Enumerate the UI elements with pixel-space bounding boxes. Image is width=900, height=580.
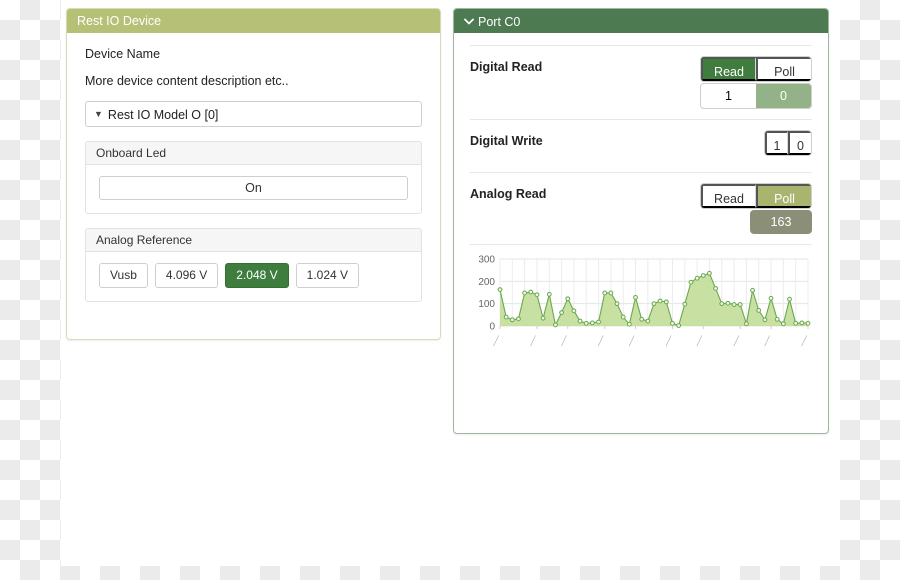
port-panel-title: Port C0 bbox=[478, 15, 521, 29]
device-panel-body: Device Name More device content descript… bbox=[67, 33, 440, 302]
analog-read-value: 163 bbox=[750, 210, 812, 234]
port-panel-body: Digital Read Read Poll 1 0 Digital Write… bbox=[454, 45, 828, 366]
svg-text:——: —— bbox=[627, 334, 638, 347]
device-model-dropdown-value: Rest IO Model O [0] bbox=[107, 108, 219, 122]
svg-text:——: —— bbox=[491, 334, 502, 347]
analog-read-chart-svg: 0 100 200 300 —— —— —— —— —— —— —— —— —— —— bbox=[478, 255, 811, 348]
caret-down-icon: ▼ bbox=[94, 109, 103, 119]
digital-write-label: Digital Write bbox=[470, 134, 543, 148]
analog-read-chart: 0 100 200 300 —— —— —— —— —— —— —— —— —— —— bbox=[470, 251, 812, 366]
svg-text:——: —— bbox=[559, 334, 570, 347]
digital-read-mode-poll[interactable]: Poll bbox=[756, 57, 811, 81]
analog-read-mode-read[interactable]: Read bbox=[701, 184, 756, 208]
analog-read-mode-toggle: Read Poll bbox=[700, 183, 812, 209]
analog-reference-button-group: Vusb 4.096 V 2.048 V 1.024 V bbox=[99, 263, 408, 288]
device-description: More device content description etc.. bbox=[85, 74, 289, 88]
analog-read-label: Analog Read bbox=[470, 187, 547, 201]
digital-write-value-toggle: 1 0 bbox=[764, 130, 812, 156]
svg-text:300: 300 bbox=[478, 255, 495, 266]
device-model-dropdown[interactable]: ▼ Rest IO Model O [0] bbox=[85, 101, 422, 127]
port-c0-panel: Port C0 Digital Read Read Poll 1 0 Digit… bbox=[453, 8, 829, 434]
svg-text:——: —— bbox=[732, 334, 743, 347]
digital-read-label: Digital Read bbox=[470, 60, 543, 74]
analog-reference-body: Vusb 4.096 V 2.048 V 1.024 V bbox=[86, 252, 421, 301]
digital-write-value-0[interactable]: 0 bbox=[788, 131, 811, 155]
svg-text:0: 0 bbox=[489, 322, 495, 333]
digital-read-mode-toggle: Read Poll bbox=[700, 56, 812, 82]
svg-text:——: —— bbox=[528, 334, 539, 347]
digital-write-row: Digital Write 1 0 bbox=[470, 120, 812, 173]
onboard-led-subpanel: Onboard Led On bbox=[85, 141, 422, 214]
chevron-down-icon bbox=[464, 9, 474, 33]
analog-ref-option-4096v[interactable]: 4.096 V bbox=[154, 263, 219, 288]
screenshot-canvas: Rest IO Device Device Name More device c… bbox=[0, 0, 900, 580]
digital-read-value-1[interactable]: 1 bbox=[701, 84, 756, 108]
chart-y-tick-labels: 0 100 200 300 bbox=[478, 255, 495, 333]
onboard-led-title: Onboard Led bbox=[86, 142, 421, 165]
device-panel-header: Rest IO Device bbox=[67, 9, 440, 33]
onboard-led-body: On bbox=[86, 165, 421, 213]
svg-text:100: 100 bbox=[478, 299, 495, 310]
digital-read-mode-read[interactable]: Read bbox=[701, 57, 756, 81]
svg-text:——: —— bbox=[596, 334, 607, 347]
digital-read-value-0[interactable]: 0 bbox=[756, 84, 811, 108]
analog-read-mode-poll[interactable]: Poll bbox=[756, 184, 811, 208]
digital-read-value-toggle: 1 0 bbox=[700, 83, 812, 109]
chart-x-tick-labels: —— —— —— —— —— —— —— —— —— —— bbox=[491, 326, 810, 348]
digital-write-value-1[interactable]: 1 bbox=[765, 131, 788, 155]
svg-text:200: 200 bbox=[478, 277, 495, 288]
analog-ref-option-vusb[interactable]: Vusb bbox=[99, 263, 148, 288]
device-name-label: Device Name bbox=[85, 47, 161, 61]
analog-ref-option-1024v[interactable]: 1.024 V bbox=[295, 263, 360, 288]
analog-read-row: Analog Read Read Poll 163 bbox=[470, 173, 812, 245]
svg-text:——: —— bbox=[695, 334, 706, 347]
port-panel-header[interactable]: Port C0 bbox=[454, 9, 828, 33]
svg-text:——: —— bbox=[799, 334, 810, 347]
rest-io-device-panel: Rest IO Device Device Name More device c… bbox=[66, 8, 441, 340]
analog-reference-subpanel: Analog Reference Vusb 4.096 V 2.048 V 1.… bbox=[85, 228, 422, 302]
analog-reference-title: Analog Reference bbox=[86, 229, 421, 252]
digital-read-row: Digital Read Read Poll 1 0 bbox=[470, 45, 812, 120]
analog-ref-option-2048v[interactable]: 2.048 V bbox=[225, 263, 289, 288]
device-panel-title: Rest IO Device bbox=[77, 14, 162, 28]
svg-text:——: —— bbox=[664, 334, 675, 347]
onboard-led-toggle-button[interactable]: On bbox=[99, 176, 408, 200]
svg-text:——: —— bbox=[762, 334, 773, 347]
